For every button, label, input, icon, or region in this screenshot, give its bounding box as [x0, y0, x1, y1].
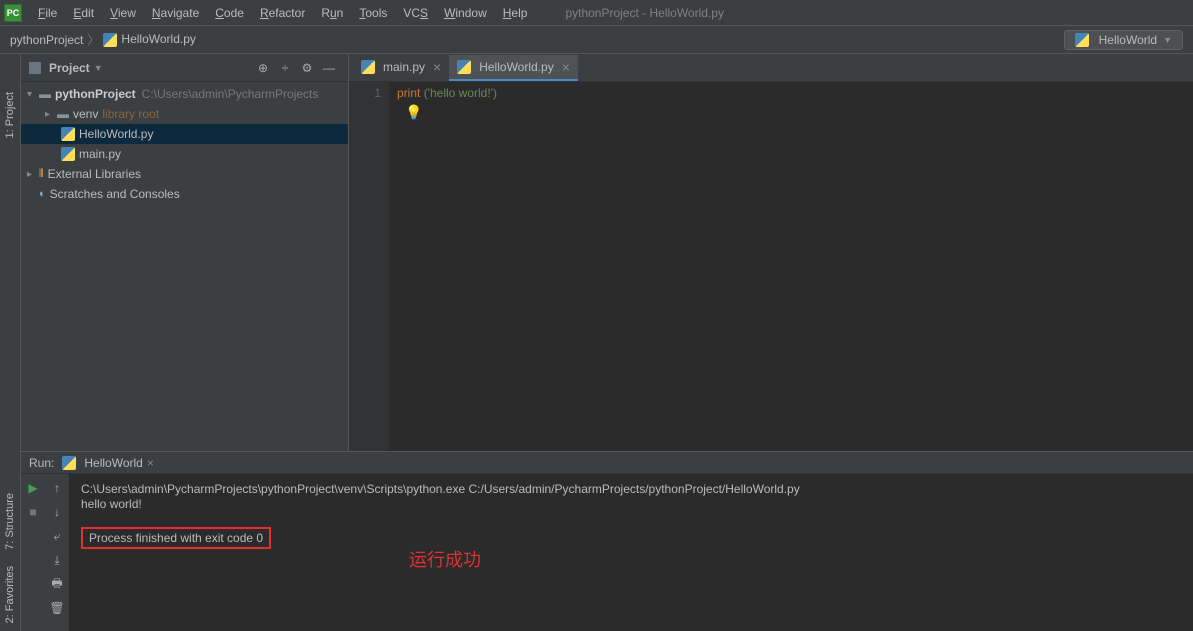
line-number-gutter: 1	[349, 82, 389, 451]
breadcrumb: pythonProject 〉 HelloWorld.py	[10, 31, 196, 48]
menu-refactor[interactable]: Refactor	[252, 6, 313, 20]
console-line: hello world!	[81, 497, 142, 511]
project-tree: ▾ ▬ pythonProject C:\Users\admin\Pycharm…	[21, 82, 348, 451]
tree-external-libraries[interactable]: ▸ ⫴ External Libraries	[21, 164, 348, 184]
tree-file-main[interactable]: main.py	[21, 144, 348, 164]
tree-scratches-label: Scratches and Consoles	[50, 187, 180, 201]
close-icon[interactable]: ×	[562, 59, 570, 75]
folder-icon: ▬	[57, 107, 69, 121]
run-tab-name: HelloWorld	[84, 456, 142, 470]
menu-navigate[interactable]: Navigate	[144, 6, 207, 20]
libraries-icon: ⫴	[39, 168, 44, 181]
breadcrumb-project[interactable]: pythonProject	[10, 33, 83, 47]
chevron-right-icon: ▸	[27, 169, 39, 180]
scratches-icon: ◐	[39, 188, 46, 200]
menu-help[interactable]: Help	[495, 6, 536, 20]
close-icon[interactable]: ×	[433, 59, 441, 75]
chevron-down-icon: ▾	[27, 89, 39, 100]
rerun-icon[interactable]: ▶	[23, 478, 43, 498]
trash-icon[interactable]: 🗑	[47, 598, 67, 618]
code-editor[interactable]: 1 print ('hello world!') 💡	[349, 82, 1193, 451]
tab-label: HelloWorld.py	[479, 60, 553, 74]
tree-venv[interactable]: ▸ ▬ venv library root	[21, 104, 348, 124]
close-icon[interactable]: ×	[147, 456, 154, 470]
menu-code[interactable]: Code	[207, 6, 252, 20]
tree-file-label: main.py	[79, 147, 121, 161]
run-header: Run: HelloWorld ×	[21, 452, 1193, 474]
python-file-icon	[361, 60, 375, 74]
intention-bulb-icon[interactable]: 💡	[405, 104, 1193, 121]
folder-icon: ▬	[39, 87, 51, 101]
scroll-to-end-icon[interactable]: ⤓	[47, 550, 67, 570]
python-file-icon	[61, 147, 75, 161]
menu-view[interactable]: View	[102, 6, 144, 20]
python-icon	[62, 456, 76, 470]
gear-icon[interactable]: ⚙	[296, 57, 318, 79]
tool-tab-structure[interactable]: 7: Structure	[2, 485, 18, 558]
breadcrumb-file[interactable]: HelloWorld.py	[103, 32, 195, 47]
run-label: Run:	[29, 456, 54, 470]
annotation-text: 运行成功	[409, 546, 481, 572]
tab-label: main.py	[383, 60, 425, 74]
tree-root-path: C:\Users\admin\PycharmProjects	[142, 87, 319, 101]
tree-venv-label: venv	[73, 107, 98, 121]
window-title: pythonProject - HelloWorld.py	[565, 6, 724, 20]
editor-tabs: main.py × HelloWorld.py ×	[349, 54, 1193, 82]
console-output[interactable]: C:\Users\admin\PycharmProjects\pythonPro…	[69, 474, 1193, 631]
menu-file[interactable]: File	[30, 6, 65, 20]
soft-wrap-icon[interactable]: ⤶	[47, 526, 67, 546]
tree-venv-tag: library root	[102, 107, 159, 121]
python-file-icon	[457, 60, 471, 74]
menu-edit[interactable]: Edit	[65, 6, 102, 20]
code-text[interactable]: print ('hello world!') 💡	[389, 82, 1193, 451]
console-line: C:\Users\admin\PycharmProjects\pythonPro…	[81, 482, 800, 496]
menu-bar: PC File Edit View Navigate Code Refactor…	[0, 0, 1193, 26]
chevron-right-icon: ▸	[45, 109, 57, 120]
python-file-icon	[103, 33, 117, 47]
down-icon[interactable]: ↓	[47, 502, 67, 522]
menu-run[interactable]: Run	[313, 6, 351, 20]
project-view-icon	[29, 62, 41, 74]
editor-area: main.py × HelloWorld.py × 1 print ('hell…	[349, 54, 1193, 451]
run-toolbar-primary: ▶ ■	[21, 474, 45, 631]
run-config-name: HelloWorld	[1099, 33, 1157, 47]
run-tool-window: Run: HelloWorld × ▶ ■ ↑ ↓ ⤶ ⤓ 🖶	[21, 451, 1193, 631]
tool-tab-project[interactable]: 1: Project	[2, 84, 18, 146]
python-file-icon	[61, 127, 75, 141]
tree-extlib-label: External Libraries	[48, 167, 141, 181]
breadcrumb-separator: 〉	[87, 31, 99, 48]
highlighted-output: Process finished with exit code 0	[81, 527, 271, 549]
menu-vcs[interactable]: VCS	[395, 6, 436, 20]
chevron-down-icon: ▼	[1163, 35, 1172, 45]
run-toolbar-secondary: ↑ ↓ ⤶ ⤓ 🖶 🗑	[45, 474, 69, 631]
up-icon[interactable]: ↑	[47, 478, 67, 498]
project-panel-title[interactable]: Project ▼	[29, 61, 103, 75]
print-icon[interactable]: 🖶	[47, 574, 67, 594]
left-tool-gutter: 1: Project 7: Structure 2: Favorites	[0, 54, 21, 631]
expand-all-icon[interactable]: ÷	[274, 57, 296, 79]
app-icon: PC	[4, 4, 22, 22]
hide-icon[interactable]: —	[318, 57, 340, 79]
navigation-bar: pythonProject 〉 HelloWorld.py HelloWorld…	[0, 26, 1193, 54]
tree-file-helloworld[interactable]: HelloWorld.py	[21, 124, 348, 144]
tree-root-label: pythonProject	[55, 87, 136, 101]
stop-icon[interactable]: ■	[23, 502, 43, 522]
run-tab[interactable]: HelloWorld ×	[62, 456, 153, 470]
menu-tools[interactable]: Tools	[351, 6, 395, 20]
python-icon	[1075, 33, 1089, 47]
project-panel: Project ▼ ⊕ ÷ ⚙ — ▾ ▬ pythonProject C:\U…	[21, 54, 349, 451]
tree-scratches[interactable]: ◐ Scratches and Consoles	[21, 184, 348, 204]
tree-file-label: HelloWorld.py	[79, 127, 153, 141]
tool-tab-favorites[interactable]: 2: Favorites	[2, 558, 18, 631]
tab-helloworld[interactable]: HelloWorld.py ×	[449, 55, 578, 81]
run-configuration-selector[interactable]: HelloWorld ▼	[1064, 30, 1183, 50]
chevron-down-icon: ▼	[94, 63, 103, 73]
project-panel-header: Project ▼ ⊕ ÷ ⚙ —	[21, 54, 348, 82]
locate-icon[interactable]: ⊕	[252, 57, 274, 79]
tab-main[interactable]: main.py ×	[353, 55, 449, 81]
tree-root[interactable]: ▾ ▬ pythonProject C:\Users\admin\Pycharm…	[21, 84, 348, 104]
menu-window[interactable]: Window	[436, 6, 495, 20]
